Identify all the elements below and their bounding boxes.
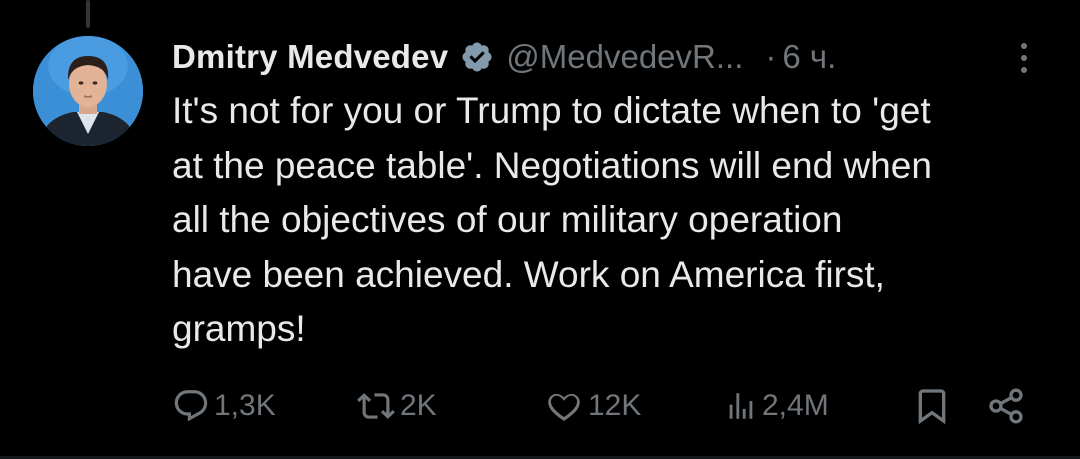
repost-icon [356, 387, 396, 425]
action-bar: 1,3K 2K 12K 2,4M [172, 380, 1052, 432]
like-button[interactable]: 12K [544, 380, 641, 432]
heart-icon [544, 387, 584, 425]
reply-button[interactable]: 1,3K [172, 380, 276, 432]
share-button[interactable] [986, 380, 1026, 432]
verified-badge-icon[interactable] [460, 40, 494, 74]
repost-count: 2K [400, 389, 437, 422]
avatar-image [33, 36, 143, 146]
reply-icon [172, 387, 210, 425]
bookmark-icon [912, 386, 952, 426]
tweet-header: Dmitry Medvedev @MedvedevR... · 6 ч. [172, 32, 836, 82]
avatar[interactable] [33, 36, 143, 146]
reply-count: 1,3K [214, 389, 276, 422]
views-count: 2,4M [762, 389, 829, 422]
author-name[interactable]: Dmitry Medvedev [172, 38, 448, 76]
tweet-text: It's not for you or Trump to dictate whe… [172, 90, 932, 349]
thread-connector-line [86, 0, 90, 28]
repost-button[interactable]: 2K [356, 380, 437, 432]
like-count: 12K [588, 389, 642, 422]
bookmark-button[interactable] [912, 380, 952, 432]
separator-dot: · [765, 38, 777, 75]
views-button[interactable]: 2,4M [724, 380, 829, 432]
views-chart-icon [724, 387, 758, 425]
post-time[interactable]: 6 ч. [782, 38, 836, 76]
share-icon [986, 386, 1026, 426]
author-handle[interactable]: @MedvedevR... [506, 38, 743, 76]
more-vertical-icon[interactable] [1008, 40, 1040, 76]
